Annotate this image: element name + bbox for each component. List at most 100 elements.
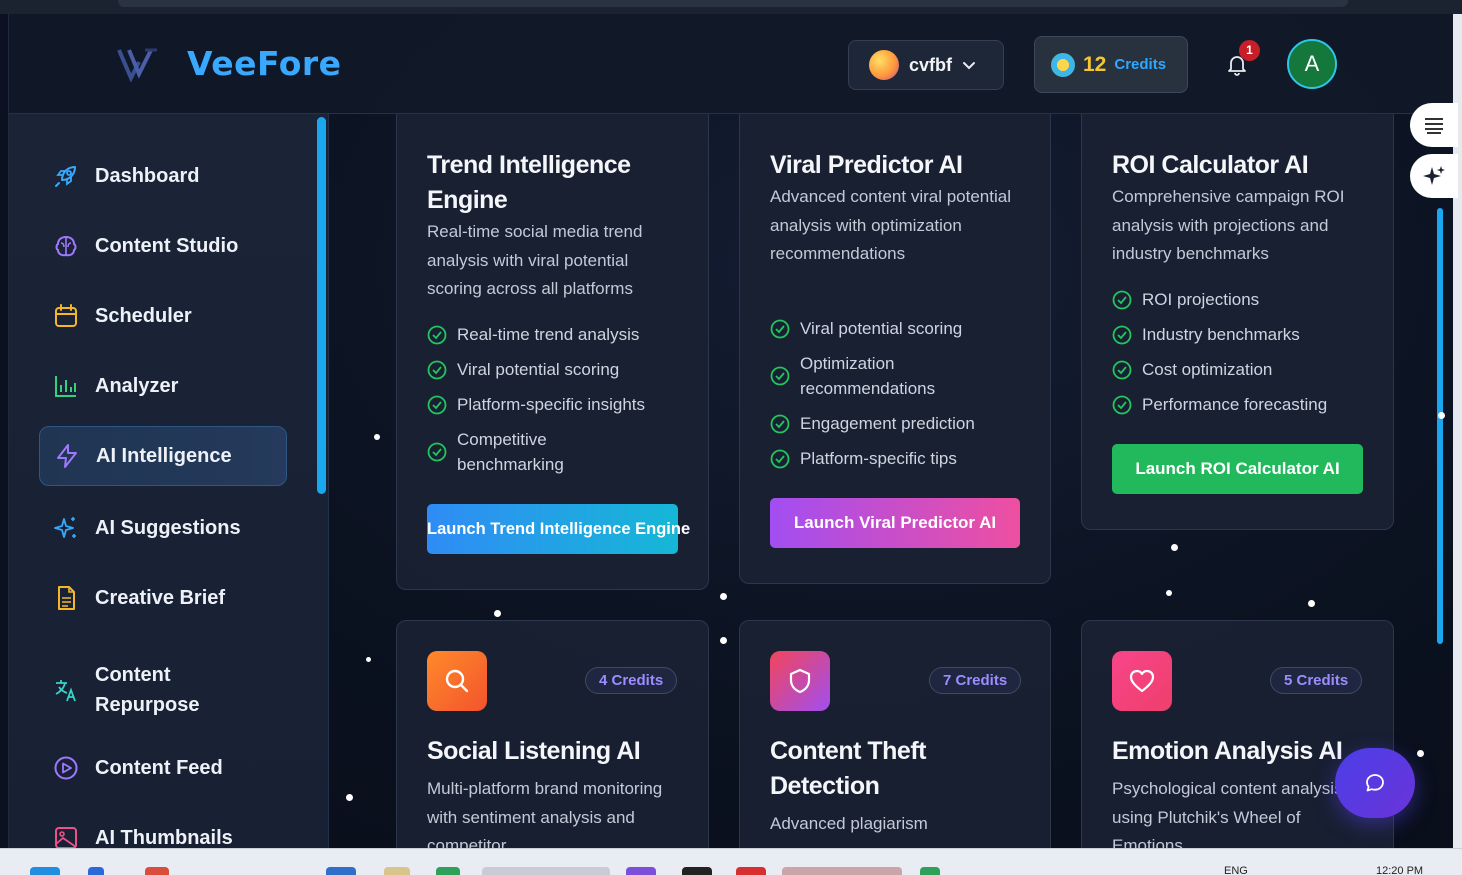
sidebar-scrollbar[interactable] — [317, 117, 326, 494]
ai-assist-float-button[interactable] — [1410, 154, 1458, 198]
credit-cost-badge: 5 Credits — [1270, 667, 1363, 694]
tool-card-emotion-analysis: 5 Credits Emotion Analysis AI Psychologi… — [1081, 620, 1394, 848]
bar-chart-icon — [55, 376, 76, 397]
sidebar-item-label: Creative Brief — [95, 587, 226, 609]
calendar-icon — [55, 304, 77, 327]
tool-card-roi-calculator: ROI Calculator AI Comprehensive campaign… — [1081, 114, 1394, 530]
card-description: Psychological content analysis using Plu… — [1112, 779, 1343, 848]
taskbar-app-icon[interactable] — [736, 867, 766, 875]
credits-label: Credits — [1114, 56, 1167, 73]
card-description: Advanced plagiarism — [770, 814, 928, 833]
feature-label: Engagement prediction — [800, 414, 975, 433]
taskbar-app-icon[interactable] — [88, 867, 104, 875]
check-circle-icon — [1112, 360, 1132, 379]
list-icon — [1425, 118, 1443, 134]
sidebar-item-label: Scheduler — [95, 305, 192, 327]
feature-item: Platform-specific tips — [770, 446, 1030, 471]
check-circle-icon — [770, 366, 790, 386]
workspace-select[interactable]: cvfbf — [848, 40, 1004, 90]
document-icon — [58, 586, 75, 610]
feature-item: Platform-specific insights — [427, 392, 687, 417]
feature-item: Optimization recommendations — [770, 351, 1030, 401]
sidebar: Dashboard Content Studio Scheduler Analy… — [9, 114, 329, 848]
launch-trend-intelligence-button[interactable]: Launch Trend Intelligence Engine — [427, 504, 690, 554]
sidebar-item-ai-thumbnails[interactable]: AI Thumbnails — [39, 808, 287, 848]
notes-float-button[interactable] — [1410, 103, 1458, 147]
sidebar-item-dashboard[interactable]: Dashboard — [39, 146, 287, 206]
card-description: Real-time social media trend analysis wi… — [427, 222, 643, 298]
check-circle-icon — [770, 449, 790, 468]
chat-button[interactable] — [1335, 748, 1415, 818]
check-circle-icon — [770, 414, 790, 433]
tool-icon-tile — [427, 651, 487, 711]
tool-card-social-listening: 4 Credits Social Listening AI Multi-plat… — [396, 620, 709, 848]
launch-roi-calculator-button[interactable]: Launch ROI Calculator AI — [1112, 444, 1363, 494]
card-title: Viral Predictor AI — [770, 151, 963, 179]
brand-name[interactable]: VeeFore — [187, 44, 342, 83]
star-dot — [1308, 600, 1315, 607]
feature-item: Industry benchmarks — [1112, 322, 1372, 347]
feature-label: Optimization recommendations — [800, 354, 936, 398]
card-description: Comprehensive campaign ROI analysis with… — [1112, 187, 1345, 263]
veefore-logo-icon — [117, 48, 157, 82]
sidebar-item-creative-brief[interactable]: Creative Brief — [39, 568, 287, 628]
user-avatar[interactable]: A — [1287, 39, 1337, 89]
tool-icon-tile — [1112, 651, 1172, 711]
shield-icon — [789, 668, 811, 694]
sidebar-item-ai-intelligence[interactable]: AI Intelligence — [39, 426, 287, 486]
coin-icon — [1051, 52, 1075, 77]
card-description: Multi-platform brand monitoring with sen… — [427, 779, 663, 848]
taskbar-app-icon[interactable] — [782, 867, 902, 875]
taskbar-language[interactable]: ENG — [1224, 865, 1248, 875]
feature-item: Viral potential scoring — [427, 357, 687, 382]
feature-label: Viral potential scoring — [800, 319, 963, 338]
card-title: Content Theft Detection — [770, 737, 926, 800]
feature-label: Platform-specific insights — [457, 395, 646, 414]
app-window: VeeFore cvfbf 12 Credits 1 A Dashboard C… — [8, 14, 1453, 848]
card-title: Social Listening AI — [427, 737, 641, 765]
card-title: Trend Intelligence Engine — [427, 151, 631, 214]
check-circle-icon — [1112, 325, 1132, 344]
taskbar-app-icon[interactable] — [384, 867, 410, 875]
sidebar-item-ai-suggestions[interactable]: AI Suggestions — [39, 498, 287, 558]
workspace-name: cvfbf — [909, 54, 953, 75]
workspace-avatar — [869, 50, 899, 80]
check-circle-icon — [770, 319, 790, 338]
sidebar-item-content-studio[interactable]: Content Studio — [39, 216, 287, 276]
tool-card-trend-intelligence: Trend Intelligence Engine Real-time soci… — [396, 114, 709, 590]
taskbar-app-icon[interactable] — [145, 867, 169, 875]
sidebar-item-label: Dashboard — [95, 165, 200, 187]
taskbar-app-icon[interactable] — [920, 867, 940, 875]
star-dot — [1171, 544, 1178, 551]
taskbar-app-icon[interactable] — [482, 867, 610, 875]
taskbar-app-icon[interactable] — [682, 867, 712, 875]
sparkles-icon — [54, 517, 76, 538]
sidebar-item-label: AI Thumbnails — [95, 827, 233, 848]
feature-list: ROI projections Industry benchmarks Cost… — [1112, 287, 1372, 427]
taskbar-app-icon[interactable] — [436, 867, 460, 875]
sidebar-item-content-repurpose[interactable]: Content Repurpose — [39, 654, 287, 726]
sidebar-item-label: AI Intelligence — [96, 445, 232, 467]
star-dot — [1166, 590, 1172, 596]
rocket-icon — [55, 166, 76, 187]
sidebar-item-label: Content Feed — [95, 757, 223, 779]
feature-list: Viral potential scoring Optimization rec… — [770, 316, 1030, 481]
feature-list: Real-time trend analysis Viral potential… — [427, 322, 687, 487]
star-dot — [494, 610, 501, 617]
sidebar-item-scheduler[interactable]: Scheduler — [39, 286, 287, 346]
taskbar-app-icon[interactable] — [626, 867, 656, 875]
check-circle-icon — [427, 360, 447, 379]
address-bar[interactable] — [118, 0, 1348, 7]
chevron-down-icon — [963, 62, 976, 70]
sidebar-item-content-feed[interactable]: Content Feed — [39, 738, 287, 798]
feature-label: ROI projections — [1142, 290, 1260, 309]
taskbar-app-icon[interactable] — [30, 867, 60, 875]
sidebar-item-analyzer[interactable]: Analyzer — [39, 356, 287, 416]
taskbar-app-icon[interactable] — [326, 867, 356, 875]
page-scrollbar[interactable] — [1437, 208, 1443, 644]
credits-indicator[interactable]: 12 Credits — [1034, 36, 1188, 93]
top-header: VeeFore cvfbf 12 Credits 1 A — [9, 14, 1453, 114]
play-circle-icon — [54, 756, 78, 780]
taskbar-clock[interactable]: 12:20 PM — [1376, 865, 1423, 875]
launch-viral-predictor-button[interactable]: Launch Viral Predictor AI — [770, 498, 1020, 548]
